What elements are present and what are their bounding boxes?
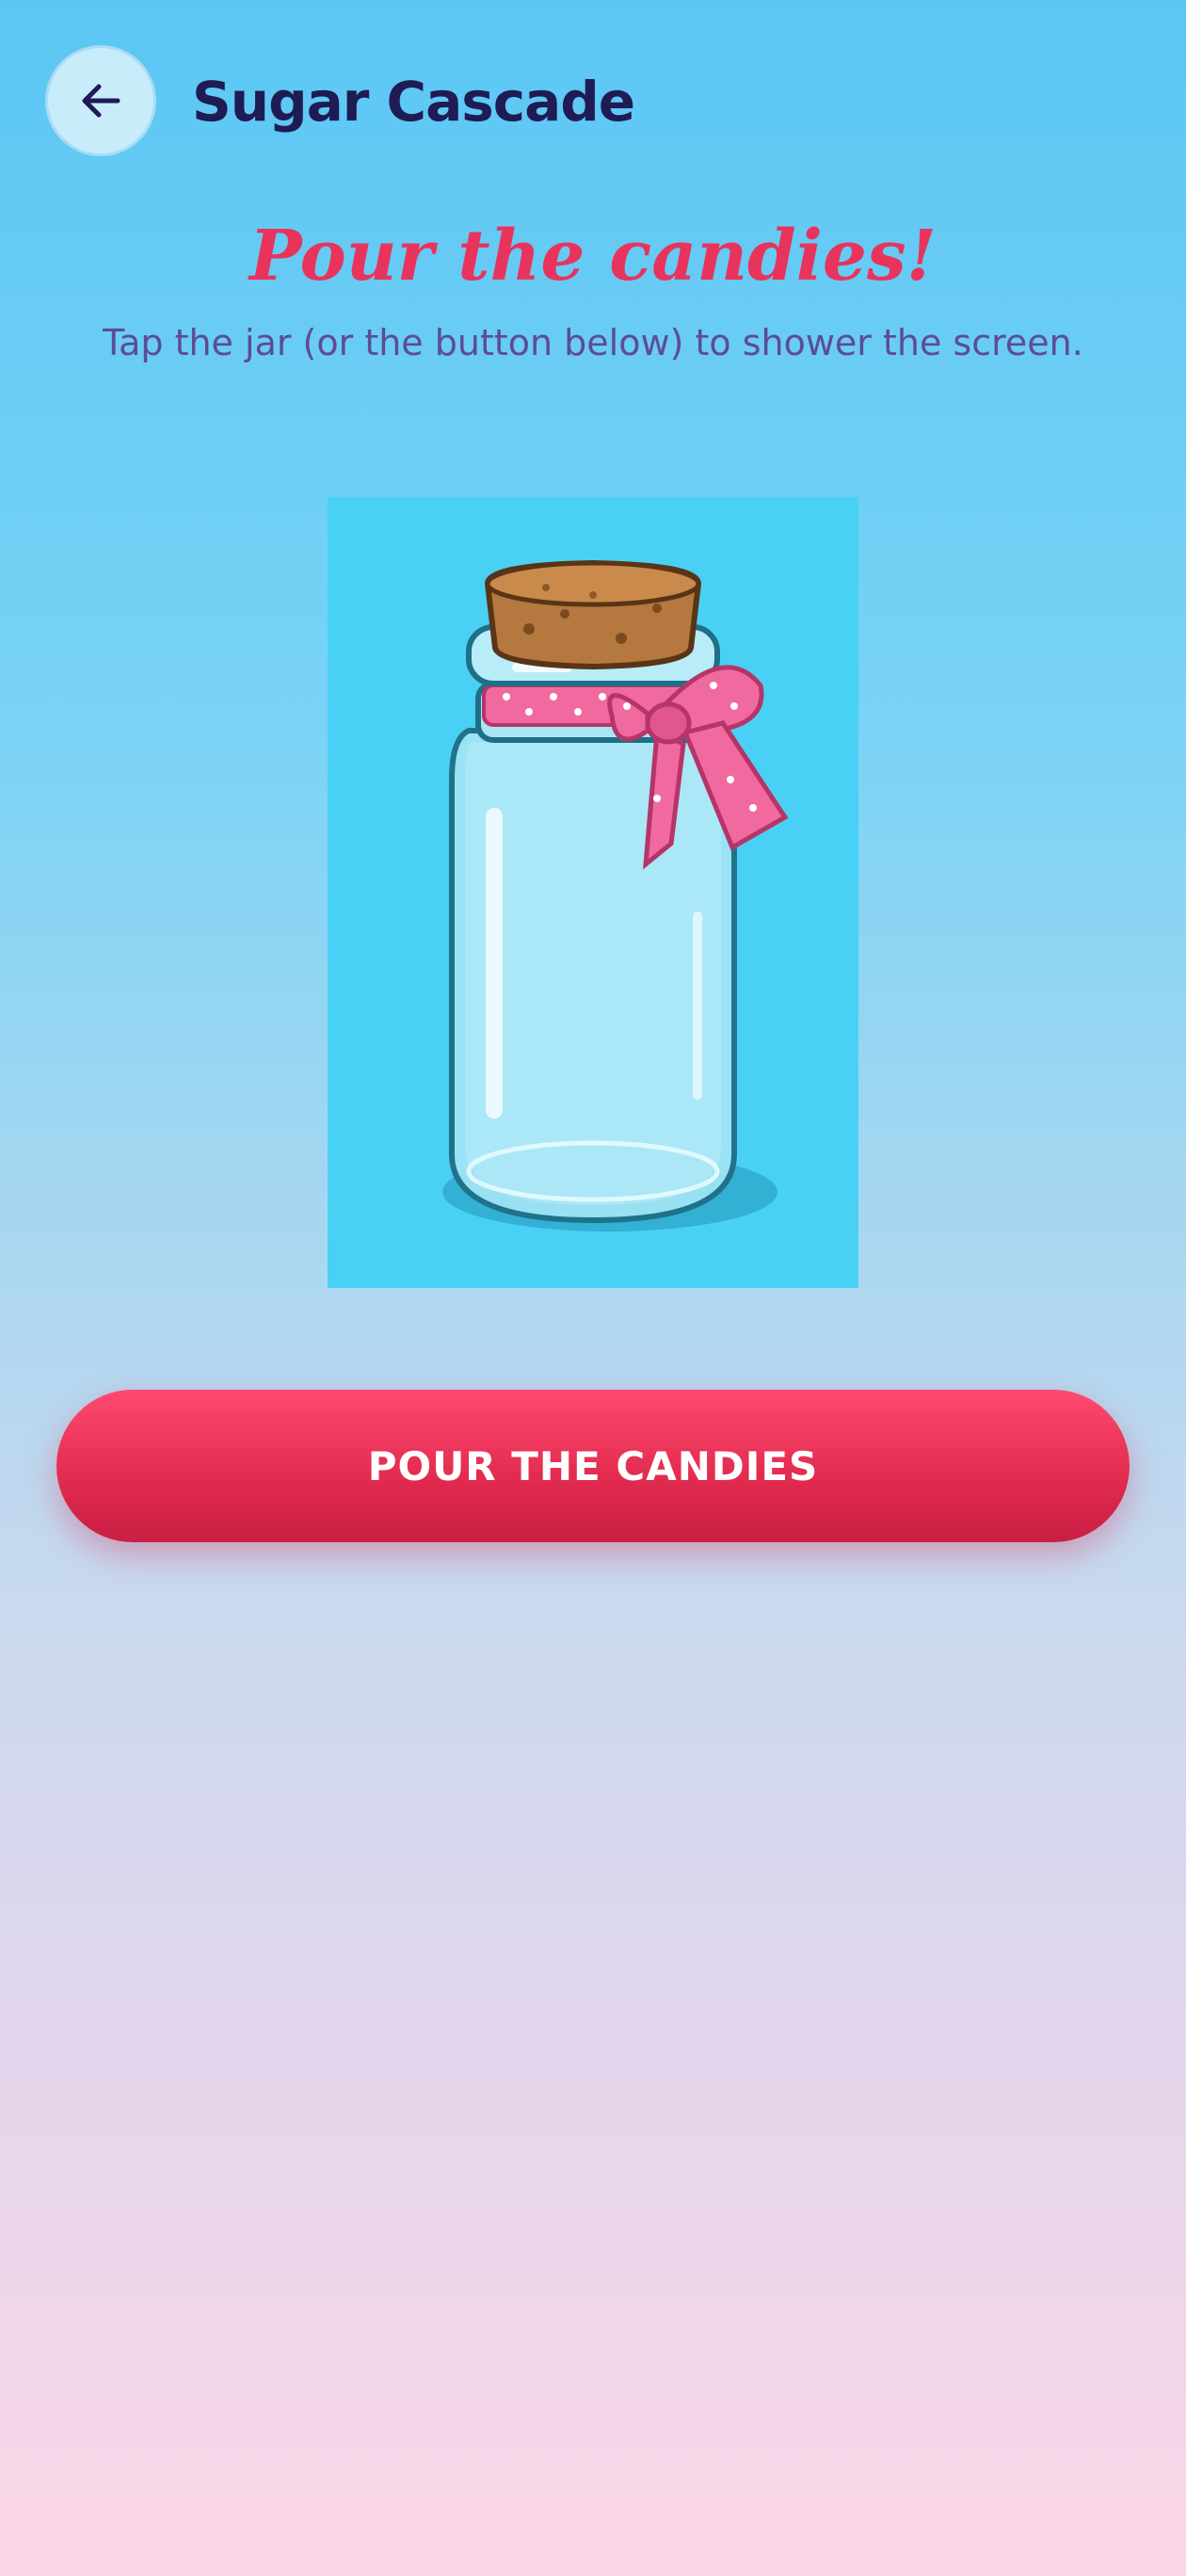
app-title: Sugar Cascade <box>192 70 635 134</box>
pour-button-label: POUR THE CANDIES <box>367 1442 819 1489</box>
arrow-left-icon <box>82 84 120 118</box>
jar-illustration <box>442 559 789 1232</box>
candy-jar[interactable] <box>328 497 858 1288</box>
back-button[interactable] <box>45 45 156 156</box>
instruction-text: Tap the jar (or the button below) to sho… <box>103 322 1083 363</box>
app-header: Sugar Cascade <box>0 0 1186 203</box>
page-headline: Pour the candies! <box>248 216 938 297</box>
pour-candies-button[interactable]: POUR THE CANDIES <box>56 1390 1130 1542</box>
